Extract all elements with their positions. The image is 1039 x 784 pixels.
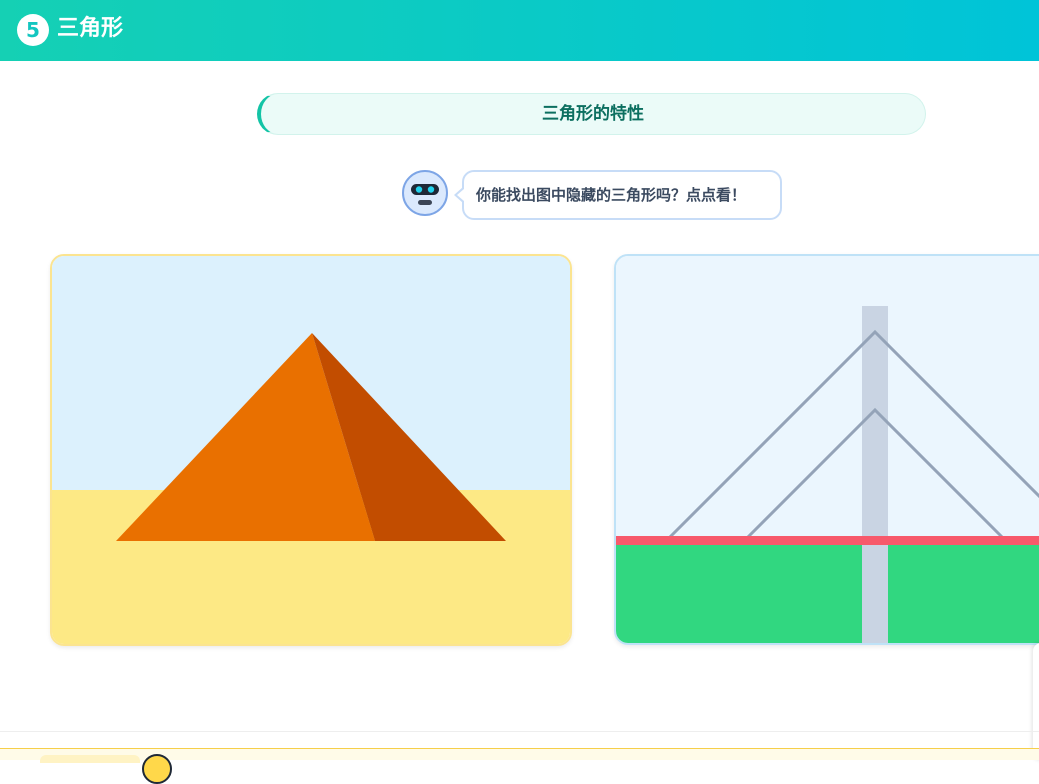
bottom-panel-tab[interactable] (40, 755, 140, 763)
bridge-scene[interactable] (616, 256, 1039, 643)
side-panel-handle[interactable] (1033, 643, 1039, 760)
bridge-grass (616, 543, 1039, 643)
lesson-title: 三角形 (57, 16, 124, 41)
section-banner: 三角形的特性 (257, 93, 926, 135)
bridge-scene-card[interactable] (614, 254, 1039, 645)
bridge-tower (862, 306, 888, 643)
bridge-sky (616, 256, 1039, 538)
bottom-panel (0, 748, 1039, 784)
assistant-prompt: 你能找出图中隐藏的三角形吗？点点看！ (476, 186, 747, 204)
lesson-header: 5 三角形 (0, 0, 1039, 61)
bridge-deck (616, 536, 1039, 545)
pyramid-scene[interactable] (52, 256, 570, 644)
bottom-divider (0, 731, 1039, 732)
speech-bubble-tail-inner (457, 189, 464, 201)
mascot-icon[interactable] (142, 754, 172, 784)
pyramid-scene-card[interactable] (50, 254, 572, 646)
robot-avatar-icon (402, 170, 448, 216)
speech-bubble: 你能找出图中隐藏的三角形吗？点点看！ (462, 170, 782, 220)
lesson-number-badge: 5 (17, 14, 49, 46)
section-title: 三角形的特性 (542, 104, 644, 124)
